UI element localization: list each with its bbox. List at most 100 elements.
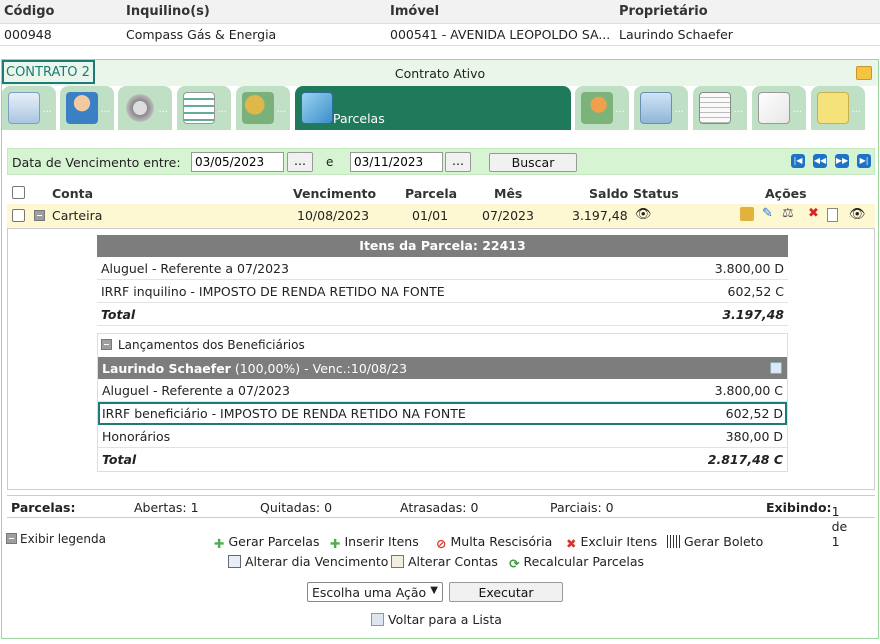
date-range-label: Data de Vencimento entre: <box>12 155 181 170</box>
alterar-vencimento-button[interactable]: Alterar dia Vencimento <box>228 554 388 569</box>
calendar-icon <box>228 555 241 568</box>
tab-dots: ... <box>42 104 52 115</box>
item-desc: Honorários <box>102 429 171 444</box>
tab-settings[interactable]: ... <box>118 86 172 130</box>
next-page-icon[interactable]: ▶▶ <box>835 154 849 168</box>
prev-page-icon[interactable]: ◀◀ <box>813 154 827 168</box>
barcode-icon <box>667 535 680 548</box>
imovel-value: 000541 - AVENIDA LEOPOLDO SA... <box>390 27 611 42</box>
collapse-icon[interactable] <box>34 210 45 221</box>
gerar-boleto-button[interactable]: Gerar Boleto <box>667 534 763 549</box>
note-pad-icon <box>817 92 849 124</box>
table-row: Carteira 10/08/2023 01/01 07/2023 3.197,… <box>7 204 875 228</box>
tab-files[interactable]: ... <box>752 86 806 130</box>
prohibited-icon: ⊘ <box>436 536 447 551</box>
summary-exibindo: Exibindo: <box>766 500 832 515</box>
beneficiary-info: (100,00%) - Venc.:10/08/23 <box>230 361 408 376</box>
tab-contract[interactable]: ... <box>2 86 56 130</box>
item-desc: Aluguel - Referente a 07/2023 <box>102 383 290 398</box>
document-icon <box>699 92 731 124</box>
codigo-value: 000948 <box>4 27 52 42</box>
contract-panel: Contrato Ativo CONTRATO 2 ... ... ... ..… <box>1 59 879 639</box>
list-item: Honorários 380,00 D <box>98 425 787 448</box>
gerar-parcelas-button[interactable]: ✚ Gerar Parcelas <box>214 534 319 551</box>
eye-icon[interactable]: 👁 <box>635 207 652 222</box>
delete-icon[interactable]: ✖ <box>808 206 819 221</box>
voltar-label: Voltar para a Lista <box>388 612 502 627</box>
coins-icon[interactable] <box>740 207 754 221</box>
tab-people[interactable]: ... <box>60 86 114 130</box>
item-val: 3.800,00 D <box>714 261 784 276</box>
first-page-icon[interactable]: |◀ <box>791 154 805 168</box>
legend-label: Exibir legenda <box>20 532 107 546</box>
last-page-icon[interactable]: ▶| <box>857 154 871 168</box>
plus-icon: ✚ <box>214 536 225 551</box>
calendar-icon[interactable] <box>770 362 782 374</box>
gerar-boleto-label: Gerar Boleto <box>684 534 764 549</box>
col-saldo: Saldo <box>589 186 629 201</box>
executar-button[interactable]: Executar <box>449 582 563 602</box>
excluir-itens-button[interactable]: ✖ Excluir Itens <box>566 534 657 551</box>
alterar-contas-button[interactable]: Alterar Contas <box>391 554 498 569</box>
tab-dots: ... <box>792 104 802 115</box>
total-value: 3.197,48 <box>722 307 784 322</box>
tab-checklist[interactable]: ... <box>177 86 231 130</box>
tab-dots: ... <box>674 104 684 115</box>
alterar-contas-label: Alterar Contas <box>408 554 498 569</box>
row-saldo: 3.197,48 <box>572 208 628 223</box>
contract-icon <box>8 92 40 124</box>
tab-parcelas[interactable]: Parcelas <box>295 86 571 130</box>
date-to-input[interactable] <box>350 152 443 172</box>
edit-icon[interactable]: ✎ <box>762 206 773 221</box>
legend-toggle[interactable]: Exibir legenda <box>6 532 106 546</box>
grid-header: Conta Vencimento Parcela Mês Saldo Statu… <box>7 182 875 204</box>
buscar-button[interactable]: Buscar <box>489 153 577 172</box>
date-from-picker-button[interactable]: ... <box>287 152 313 172</box>
col-vencimento: Vencimento <box>293 186 377 201</box>
inserir-itens-button[interactable]: ✚ Inserir Itens <box>330 534 419 551</box>
tab-parcelas-label: Parcelas <box>333 111 385 126</box>
row-conta: Carteira <box>52 208 103 223</box>
tab-dots: ... <box>217 104 227 115</box>
date-to-picker-button[interactable]: ... <box>445 152 471 172</box>
item-val: 602,52 D <box>725 406 783 421</box>
contract-name[interactable]: CONTRATO 2 <box>2 60 95 84</box>
row-checkbox[interactable] <box>12 209 25 222</box>
scale-icon[interactable]: ⚖ <box>782 206 794 221</box>
accounts-icon <box>391 555 404 568</box>
tab-notes[interactable]: ... <box>811 86 865 130</box>
list-icon <box>371 613 384 626</box>
list-item: Aluguel - Referente a 07/2023 3.800,00 D <box>97 257 788 280</box>
list-item: IRRF inquilino - IMPOSTO DE RENDA RETIDO… <box>97 280 788 303</box>
summary-abertas: Abertas: 1 <box>134 500 199 515</box>
person-icon <box>66 92 98 124</box>
view-icon[interactable]: 👁 <box>849 207 866 222</box>
document-icon[interactable] <box>827 208 838 222</box>
contract-title-bar: Contrato Ativo CONTRATO 2 <box>2 60 878 86</box>
action-select-value: Escolha uma Ação <box>312 585 427 600</box>
select-all-checkbox[interactable] <box>12 186 25 199</box>
tab-dots: ... <box>733 104 743 115</box>
tab-payment[interactable]: ... <box>575 86 629 130</box>
chevron-down-icon: ▼ <box>430 585 438 596</box>
beneficiarios-total-row: Total 2.817,48 C <box>98 448 787 471</box>
tab-documents[interactable]: ... <box>693 86 747 130</box>
summary-bar: Parcelas: Abertas: 1 Quitadas: 0 Atrasad… <box>7 495 875 549</box>
note-icon[interactable] <box>856 66 872 80</box>
total-value: 2.817,48 C <box>707 452 783 467</box>
tab-transfer[interactable]: ... <box>634 86 688 130</box>
tab-dots: ... <box>276 104 286 115</box>
action-select[interactable]: Escolha uma Ação ▼ <box>307 582 443 602</box>
folder-icon <box>301 92 333 124</box>
recalcular-parcelas-button[interactable]: ⟳ Recalcular Parcelas <box>509 554 644 571</box>
gears-icon <box>124 92 156 124</box>
col-inquilinos: Inquilino(s) <box>126 4 210 19</box>
plus-icon: ✚ <box>330 536 341 551</box>
tab-money[interactable]: ... <box>236 86 290 130</box>
date-from-input[interactable] <box>191 152 284 172</box>
inserir-itens-label: Inserir Itens <box>344 534 419 549</box>
header-row: Código Inquilino(s) Imóvel Proprietário <box>0 0 880 24</box>
voltar-lista-link[interactable]: Voltar para a Lista <box>371 612 502 627</box>
multa-rescisoria-button[interactable]: ⊘ Multa Rescisória <box>436 534 552 551</box>
collapse-icon[interactable] <box>101 339 112 350</box>
